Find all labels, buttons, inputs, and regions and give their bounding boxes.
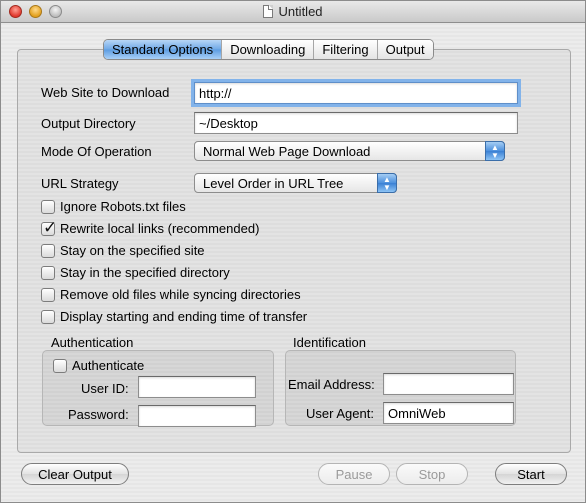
clear-output-button[interactable]: Clear Output	[21, 463, 129, 485]
url-strategy-label: URL Strategy	[41, 176, 119, 191]
user-agent-input[interactable]	[383, 402, 514, 424]
password-label: Password:	[68, 407, 129, 422]
url-strategy-value: Level Order in URL Tree	[203, 176, 344, 191]
pause-button[interactable]: Pause	[318, 463, 390, 485]
website-label: Web Site to Download	[41, 85, 170, 100]
email-address-input[interactable]	[383, 373, 514, 395]
output-directory-input[interactable]	[194, 112, 518, 134]
tab-filtering[interactable]: Filtering	[314, 40, 378, 59]
stay-in-directory-label: Stay in the specified directory	[60, 265, 230, 280]
ignore-robots-checkbox[interactable]	[41, 199, 55, 214]
rewrite-links-label: Rewrite local links (recommended)	[60, 221, 260, 236]
identification-title: Identification	[293, 335, 366, 350]
tab-standard-options[interactable]: Standard Options	[104, 40, 223, 59]
authenticate-option[interactable]: Authenticate	[53, 357, 144, 374]
app-window: Untitled Standard Options Downloading Fi…	[0, 0, 586, 503]
authenticate-checkbox[interactable]	[53, 358, 67, 373]
stay-in-directory-option[interactable]: Stay in the specified directory	[41, 264, 230, 281]
stay-on-site-label: Stay on the specified site	[60, 243, 205, 258]
mode-of-operation-value: Normal Web Page Download	[203, 144, 371, 159]
website-url-input[interactable]	[194, 82, 518, 104]
stop-button[interactable]: Stop	[396, 463, 468, 485]
display-time-checkbox[interactable]	[41, 309, 55, 324]
authenticate-label: Authenticate	[72, 358, 145, 373]
tab-bar: Standard Options Downloading Filtering O…	[103, 39, 434, 60]
ignore-robots-label: Ignore Robots.txt files	[60, 199, 186, 214]
remove-old-files-label: Remove old files while syncing directori…	[60, 287, 301, 302]
stay-on-site-checkbox[interactable]	[41, 243, 55, 258]
rewrite-links-checkbox[interactable]	[41, 218, 57, 238]
user-id-input[interactable]	[138, 376, 256, 398]
tab-output[interactable]: Output	[377, 40, 433, 59]
title-bar[interactable]: Untitled	[1, 1, 585, 23]
user-agent-label: User Agent:	[306, 406, 374, 421]
output-directory-label: Output Directory	[41, 116, 136, 131]
window-title-wrap: Untitled	[1, 4, 585, 19]
select-arrows-icon: ▲ ▼	[485, 141, 505, 161]
tab-downloading[interactable]: Downloading	[222, 40, 315, 59]
select-arrows-icon: ▲ ▼	[377, 173, 397, 193]
rewrite-links-option[interactable]: Rewrite local links (recommended)	[41, 218, 260, 238]
display-time-label: Display starting and ending time of tran…	[60, 309, 308, 324]
remove-old-files-checkbox[interactable]	[41, 287, 55, 302]
user-id-label: User ID:	[81, 381, 129, 396]
remove-old-files-option[interactable]: Remove old files while syncing directori…	[41, 286, 301, 303]
display-time-option[interactable]: Display starting and ending time of tran…	[41, 308, 307, 325]
stay-on-site-option[interactable]: Stay on the specified site	[41, 242, 205, 259]
window-title: Untitled	[278, 4, 323, 19]
url-strategy-select[interactable]: Level Order in URL Tree ▲ ▼	[194, 173, 397, 193]
document-icon	[263, 5, 274, 18]
email-address-label: Email Address:	[288, 377, 375, 392]
mode-of-operation-select[interactable]: Normal Web Page Download ▲ ▼	[194, 141, 505, 161]
start-button[interactable]: Start	[495, 463, 567, 485]
ignore-robots-option[interactable]: Ignore Robots.txt files	[41, 198, 186, 215]
stay-in-directory-checkbox[interactable]	[41, 265, 55, 280]
authentication-title: Authentication	[51, 335, 134, 350]
mode-of-operation-label: Mode Of Operation	[41, 144, 152, 159]
password-input[interactable]	[138, 405, 256, 427]
